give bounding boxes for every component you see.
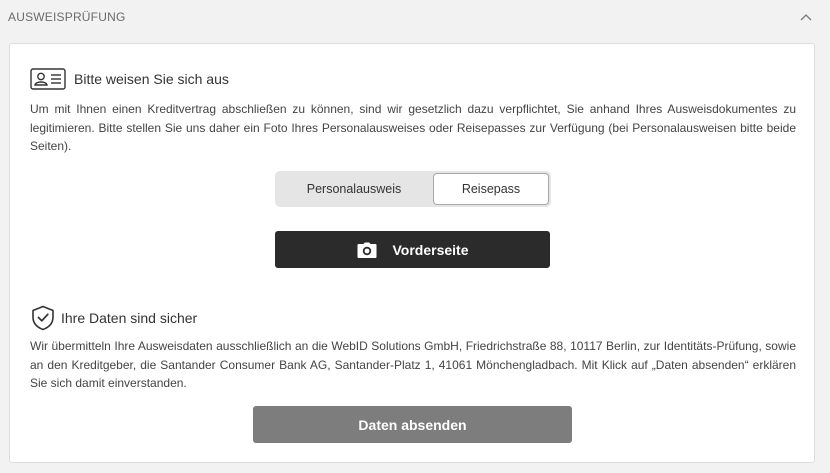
identification-heading-row: Bitte weisen Sie sich aus xyxy=(30,68,229,90)
privacy-text: Wir übermitteln Ihre Ausweisdaten aussch… xyxy=(30,339,796,390)
shield-check-icon xyxy=(31,305,55,331)
id-card-icon xyxy=(30,68,66,90)
capture-front-button[interactable]: Vorderseite xyxy=(275,231,550,268)
chevron-up-icon[interactable] xyxy=(800,11,812,23)
option-reisepass[interactable]: Reisepass xyxy=(433,173,549,205)
identification-text: Um mit Ihnen einen Kreditvertrag abschli… xyxy=(30,102,796,153)
privacy-heading: Ihre Daten sind sicher xyxy=(61,310,198,326)
identification-heading: Bitte weisen Sie sich aus xyxy=(74,71,229,87)
section-title: AUSWEISPRÜFUNG xyxy=(8,10,126,24)
option-personalausweis[interactable]: Personalausweis xyxy=(277,173,431,205)
camera-icon xyxy=(357,242,377,258)
document-type-toggle: Personalausweis Reisepass xyxy=(275,171,551,207)
id-verification-card: Bitte weisen Sie sich aus Um mit Ihnen e… xyxy=(9,43,815,463)
capture-front-label: Vorderseite xyxy=(392,241,469,258)
section-header[interactable]: AUSWEISPRÜFUNG xyxy=(0,0,830,34)
privacy-heading-row: Ihre Daten sind sicher xyxy=(31,305,197,331)
submit-data-button[interactable]: Daten absenden xyxy=(253,406,572,443)
